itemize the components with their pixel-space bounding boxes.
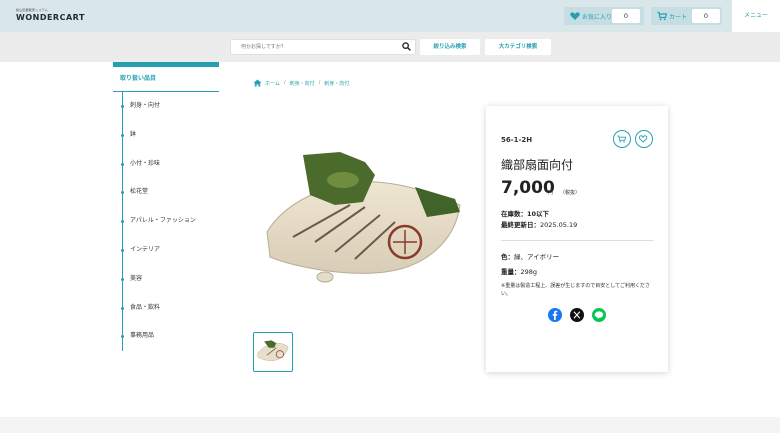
breadcrumb-home[interactable]: ホーム bbox=[265, 80, 280, 87]
sidebar-item-sashimi[interactable]: 刺身・向付 bbox=[121, 92, 219, 121]
menu-button[interactable]: メニュー bbox=[732, 0, 780, 32]
cart-count: 0 bbox=[692, 9, 720, 23]
tax-note: （税抜） bbox=[560, 190, 581, 196]
search-input[interactable] bbox=[230, 39, 416, 55]
share-line-button[interactable] bbox=[592, 308, 606, 322]
stock-value: 10以下 bbox=[527, 210, 550, 218]
breadcrumb-separator: / bbox=[283, 80, 286, 86]
heart-icon bbox=[638, 135, 648, 143]
weight-value: 298g bbox=[520, 268, 538, 276]
search-icon[interactable] bbox=[402, 42, 411, 51]
sidebar-item-shokado[interactable]: 松花堂 bbox=[121, 178, 219, 207]
add-to-favorites-button[interactable] bbox=[635, 130, 653, 148]
stock-label: 在庫数： bbox=[501, 210, 527, 218]
breadcrumb: ホーム / 刺身・向付 / 刺身・向付 bbox=[253, 79, 349, 87]
sidebar-item-beauty[interactable]: 美容 bbox=[121, 265, 219, 294]
updated-row: 最終更新日：2025.05.19 bbox=[501, 219, 577, 229]
product-image bbox=[266, 152, 461, 283]
product-price: 7,000 bbox=[501, 178, 555, 198]
breadcrumb-separator: / bbox=[318, 80, 321, 86]
home-icon[interactable] bbox=[253, 79, 262, 87]
product-thumbnail[interactable] bbox=[253, 332, 293, 372]
logo-tagline: 和山田器販売システム bbox=[16, 8, 48, 12]
x-icon bbox=[570, 308, 584, 322]
footer-strip bbox=[0, 417, 780, 433]
product-code: 56-1-2H bbox=[501, 136, 533, 144]
thumbnail-image bbox=[257, 340, 289, 361]
sidebar-item-bowl[interactable]: 鉢 bbox=[121, 121, 219, 150]
product-info-card: 56-1-2H 織部扇面向付 7,000 円 （税抜） 在庫数：10以下 最終更… bbox=[486, 106, 668, 372]
share-x-button[interactable] bbox=[570, 308, 584, 322]
color-row: 色：緑、アイボリー bbox=[501, 251, 559, 261]
cart-button[interactable]: カート 0 bbox=[651, 7, 722, 25]
cart-label: カート bbox=[669, 14, 688, 21]
heart-icon bbox=[570, 12, 580, 20]
category-search-button[interactable]: 大カテゴリ検索 bbox=[485, 39, 551, 55]
breadcrumb-category[interactable]: 刺身・向付 bbox=[290, 80, 315, 87]
color-label: 色： bbox=[501, 253, 514, 261]
share-facebook-button[interactable] bbox=[548, 308, 562, 322]
weight-label: 重量： bbox=[501, 268, 521, 276]
cart-icon bbox=[657, 11, 667, 21]
weight-note: ※重量は製造工程上、誤差が生じますので目安としてご利用ください。 bbox=[501, 283, 651, 297]
color-value: 緑、アイボリー bbox=[514, 253, 560, 261]
sidebar-item-interior[interactable]: インテリア bbox=[121, 236, 219, 265]
breadcrumb-current[interactable]: 刺身・向付 bbox=[324, 80, 349, 87]
divider bbox=[501, 240, 653, 241]
search-bar: 絞り込み検索 大カテゴリ検索 bbox=[0, 32, 780, 62]
favorites-count: 0 bbox=[612, 9, 640, 23]
line-icon bbox=[592, 308, 606, 322]
header: 和山田器販売システム WONDERCART お気に入り 0 カート 0 メニュー bbox=[0, 0, 780, 32]
product-name: 織部扇面向付 bbox=[501, 158, 574, 172]
sidebar-item-kozuke[interactable]: 小付・珍味 bbox=[121, 150, 219, 179]
filter-search-button[interactable]: 絞り込み検索 bbox=[420, 39, 480, 55]
sidebar-item-office[interactable]: 事務用品 bbox=[121, 322, 219, 351]
favorites-button[interactable]: お気に入り 0 bbox=[564, 7, 644, 25]
price-currency: 円 bbox=[548, 190, 554, 196]
add-to-cart-button[interactable] bbox=[613, 130, 631, 148]
sidebar-item-apparel[interactable]: アパレル・ファッション bbox=[121, 207, 219, 236]
sidebar-list: 刺身・向付 鉢 小付・珍味 松花堂 アパレル・ファッション インテリア 美容 食… bbox=[121, 92, 219, 352]
logo[interactable]: 和山田器販売システム WONDERCART bbox=[16, 8, 85, 22]
sidebar-title: 取り扱い品目 bbox=[113, 62, 219, 92]
facebook-icon bbox=[548, 308, 562, 322]
stock-row: 在庫数：10以下 bbox=[501, 208, 549, 218]
sidebar: 取り扱い品目 刺身・向付 鉢 小付・珍味 松花堂 アパレル・ファッション インテ… bbox=[113, 62, 219, 352]
sidebar-item-food[interactable]: 食品・飲料 bbox=[121, 294, 219, 323]
updated-label: 最終更新日： bbox=[501, 221, 540, 229]
weight-row: 重量：298g bbox=[501, 266, 537, 276]
favorites-label: お気に入り bbox=[582, 14, 613, 21]
main-content: 取り扱い品目 刺身・向付 鉢 小付・珍味 松花堂 アパレル・ファッション インテ… bbox=[0, 62, 780, 417]
cart-icon bbox=[617, 135, 627, 143]
updated-value: 2025.05.19 bbox=[540, 221, 578, 229]
logo-text: WONDERCART bbox=[16, 13, 85, 22]
